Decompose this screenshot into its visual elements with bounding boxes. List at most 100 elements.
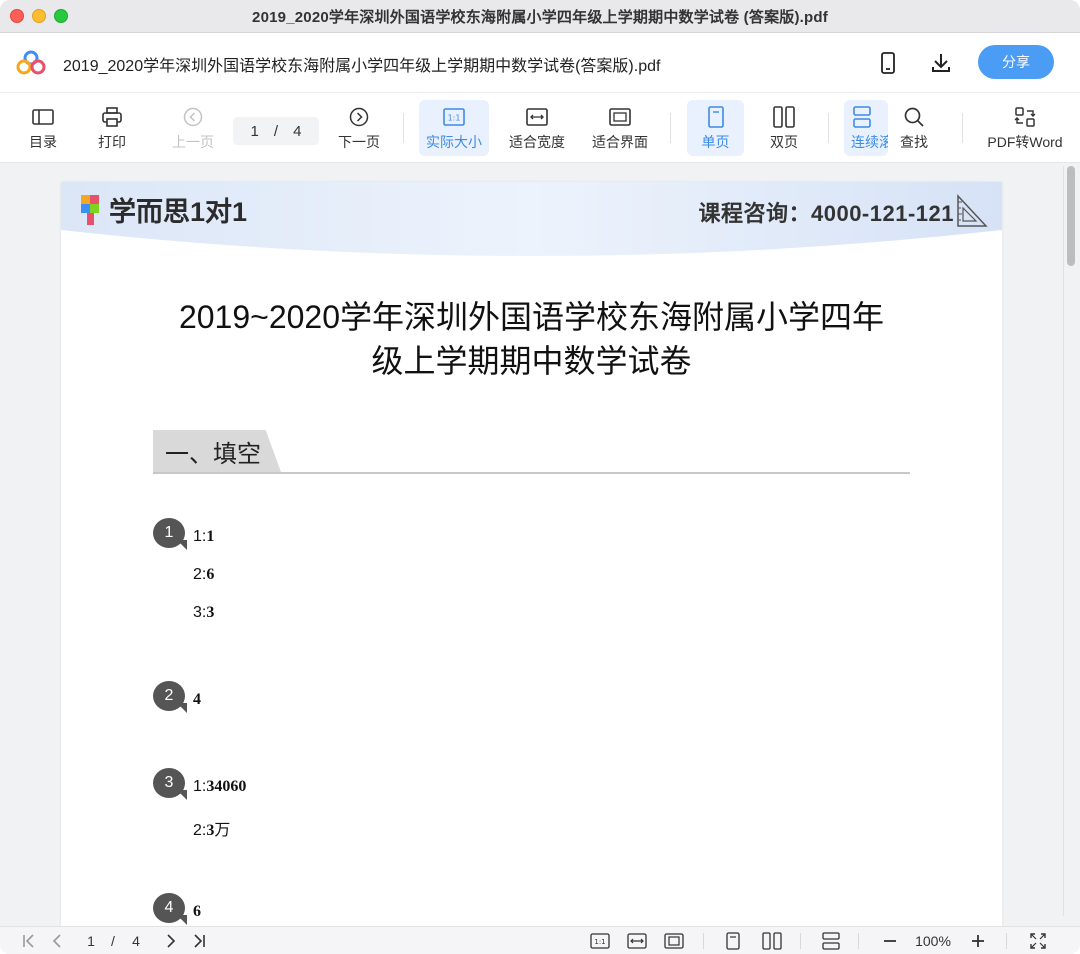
fit-width-label: 适合宽度 — [509, 134, 565, 150]
pdf-to-word-button[interactable]: PDF转Word — [984, 100, 1066, 156]
document-viewer[interactable]: 学而思1对1 课程咨询：4000-121-121 2019~2020学年深圳外国… — [0, 164, 1080, 926]
pdf-viewer-window: 2019_2020学年深圳外国语学校东海附属小学四年级上学期期中数学试卷 (答案… — [0, 0, 1080, 954]
answer-prefix: 1: — [193, 528, 207, 545]
close-window-button[interactable] — [10, 9, 24, 23]
continuous-scroll-button[interactable]: 连续滚 — [844, 100, 888, 156]
page-total: 4 — [293, 122, 302, 140]
answer-line: 3:3 — [193, 604, 214, 622]
zoom-level[interactable]: 100% — [908, 931, 958, 951]
bottom-page-current[interactable]: 1 — [82, 931, 100, 951]
brand-logo: 学而思1对1 — [79, 190, 247, 229]
continuous-scroll-icon[interactable] — [819, 931, 843, 951]
chevron-right-circle-icon — [349, 104, 369, 130]
double-page-label: 双页 — [770, 134, 798, 150]
actual-size-icon[interactable]: 1:1 — [588, 931, 612, 951]
toolbar: 目录 打印 上一页 1 / 4 下一页 1:1 实际大小 适合宽度 适合界面 单… — [0, 93, 1080, 163]
next-page-icon[interactable] — [160, 931, 182, 951]
double-page-icon — [773, 104, 795, 130]
consult-hotline: 课程咨询：4000-121-121 — [698, 201, 954, 226]
svg-text:1:1: 1:1 — [448, 114, 461, 123]
page-banner: 学而思1对1 课程咨询：4000-121-121 — [61, 182, 1002, 264]
answer-suffix: 万 — [214, 822, 231, 839]
ruler-triangle-icon — [957, 194, 988, 227]
single-page-button[interactable]: 单页 — [687, 100, 744, 156]
app-logo-icon — [16, 50, 46, 75]
brand-text: 学而思1对1 — [109, 197, 248, 227]
answer-prefix: 1: — [193, 778, 207, 795]
next-page-button[interactable]: 下一页 — [334, 100, 384, 156]
pdf-to-word-label: PDF转Word — [987, 134, 1063, 150]
mobile-icon[interactable] — [874, 49, 902, 77]
fit-width-button[interactable]: 适合宽度 — [507, 100, 567, 156]
vertical-scrollbar[interactable] — [1063, 166, 1076, 916]
fit-page-button[interactable]: 适合界面 — [590, 100, 650, 156]
page-current: 1 — [250, 122, 259, 140]
answer-value: 3 — [206, 604, 215, 621]
actual-size-icon: 1:1 — [443, 104, 465, 130]
single-page-icon — [707, 104, 725, 130]
first-page-icon[interactable] — [18, 931, 40, 951]
single-page-icon[interactable] — [722, 931, 744, 951]
answer-line: 2:6 — [193, 566, 214, 584]
question-number-badge: 2 — [153, 681, 187, 713]
search-icon — [903, 104, 925, 130]
file-header: 2019_2020学年深圳外国语学校东海附属小学四年级上学期期中数学试卷(答案版… — [0, 33, 1080, 93]
zoom-in-icon[interactable] — [966, 931, 990, 951]
printer-icon — [101, 104, 123, 130]
download-icon[interactable] — [927, 49, 955, 77]
fit-page-icon[interactable] — [662, 931, 686, 951]
answer-line: 6 — [193, 903, 201, 921]
toc-button[interactable]: 目录 — [24, 100, 62, 156]
answer-prefix: 3: — [193, 604, 207, 621]
answer-value: 1 — [206, 528, 215, 545]
document-title-line2: 级上学期期中数学试卷 — [371, 343, 692, 379]
bottom-page-separator: / — [111, 933, 115, 949]
answer-prefix: 2: — [193, 566, 207, 583]
actual-size-button[interactable]: 1:1 实际大小 — [419, 100, 489, 156]
minimize-window-button[interactable] — [32, 9, 46, 23]
window-controls — [10, 9, 68, 23]
prev-page-button[interactable]: 上一页 — [168, 100, 218, 156]
answer-value: 4 — [193, 691, 201, 708]
next-page-label: 下一页 — [338, 134, 380, 150]
find-label: 查找 — [900, 134, 928, 150]
toolbar-divider — [828, 113, 829, 143]
prev-page-label: 上一页 — [172, 134, 214, 150]
brand-icon — [81, 194, 99, 225]
fit-width-icon[interactable] — [625, 931, 649, 951]
toolbar-divider — [962, 113, 963, 143]
answer-line: 1:1 — [193, 528, 214, 546]
document-title-line1: 2019~2020学年深圳外国语学校东海附属小学四年 — [178, 299, 885, 335]
zoom-out-icon[interactable] — [878, 931, 902, 951]
answer-line: 4 — [193, 691, 201, 709]
scrollbar-thumb[interactable] — [1067, 166, 1075, 266]
toc-label: 目录 — [29, 134, 57, 150]
actual-size-label: 实际大小 — [426, 134, 482, 150]
bottom-bar: 1 / 4 1:1 100% — [0, 926, 1080, 954]
last-page-icon[interactable] — [188, 931, 210, 951]
double-page-button[interactable]: 双页 — [760, 100, 808, 156]
maximize-window-button[interactable] — [54, 9, 68, 23]
fit-page-label: 适合界面 — [592, 134, 648, 150]
question-number-badge: 1 — [153, 518, 187, 550]
title-bar: 2019_2020学年深圳外国语学校东海附属小学四年级上学期期中数学试卷 (答案… — [0, 0, 1080, 33]
fullscreen-icon[interactable] — [1026, 931, 1050, 951]
window-title: 2019_2020学年深圳外国语学校东海附属小学四年级上学期期中数学试卷 (答案… — [252, 8, 828, 26]
page-number-field[interactable]: 1 / 4 — [233, 117, 319, 145]
pdf-page: 学而思1对1 课程咨询：4000-121-121 2019~2020学年深圳外国… — [61, 182, 1002, 926]
question-number-badge: 4 — [153, 893, 187, 925]
continuous-scroll-label: 连续滚 — [851, 134, 888, 150]
answer-line: 2:3万 — [193, 816, 230, 840]
print-label: 打印 — [98, 134, 126, 150]
section-title: 一、填空 — [153, 430, 281, 472]
prev-page-icon[interactable] — [46, 931, 68, 951]
answer-value: 6 — [193, 903, 201, 920]
double-page-icon[interactable] — [760, 931, 784, 951]
answer-prefix: 2: — [193, 822, 207, 839]
toolbar-divider — [670, 113, 671, 143]
page-separator: / — [273, 122, 279, 140]
find-button[interactable]: 查找 — [896, 100, 932, 156]
answer-value: 34060 — [206, 778, 247, 795]
share-button[interactable]: 分享 — [978, 45, 1054, 79]
print-button[interactable]: 打印 — [92, 100, 132, 156]
